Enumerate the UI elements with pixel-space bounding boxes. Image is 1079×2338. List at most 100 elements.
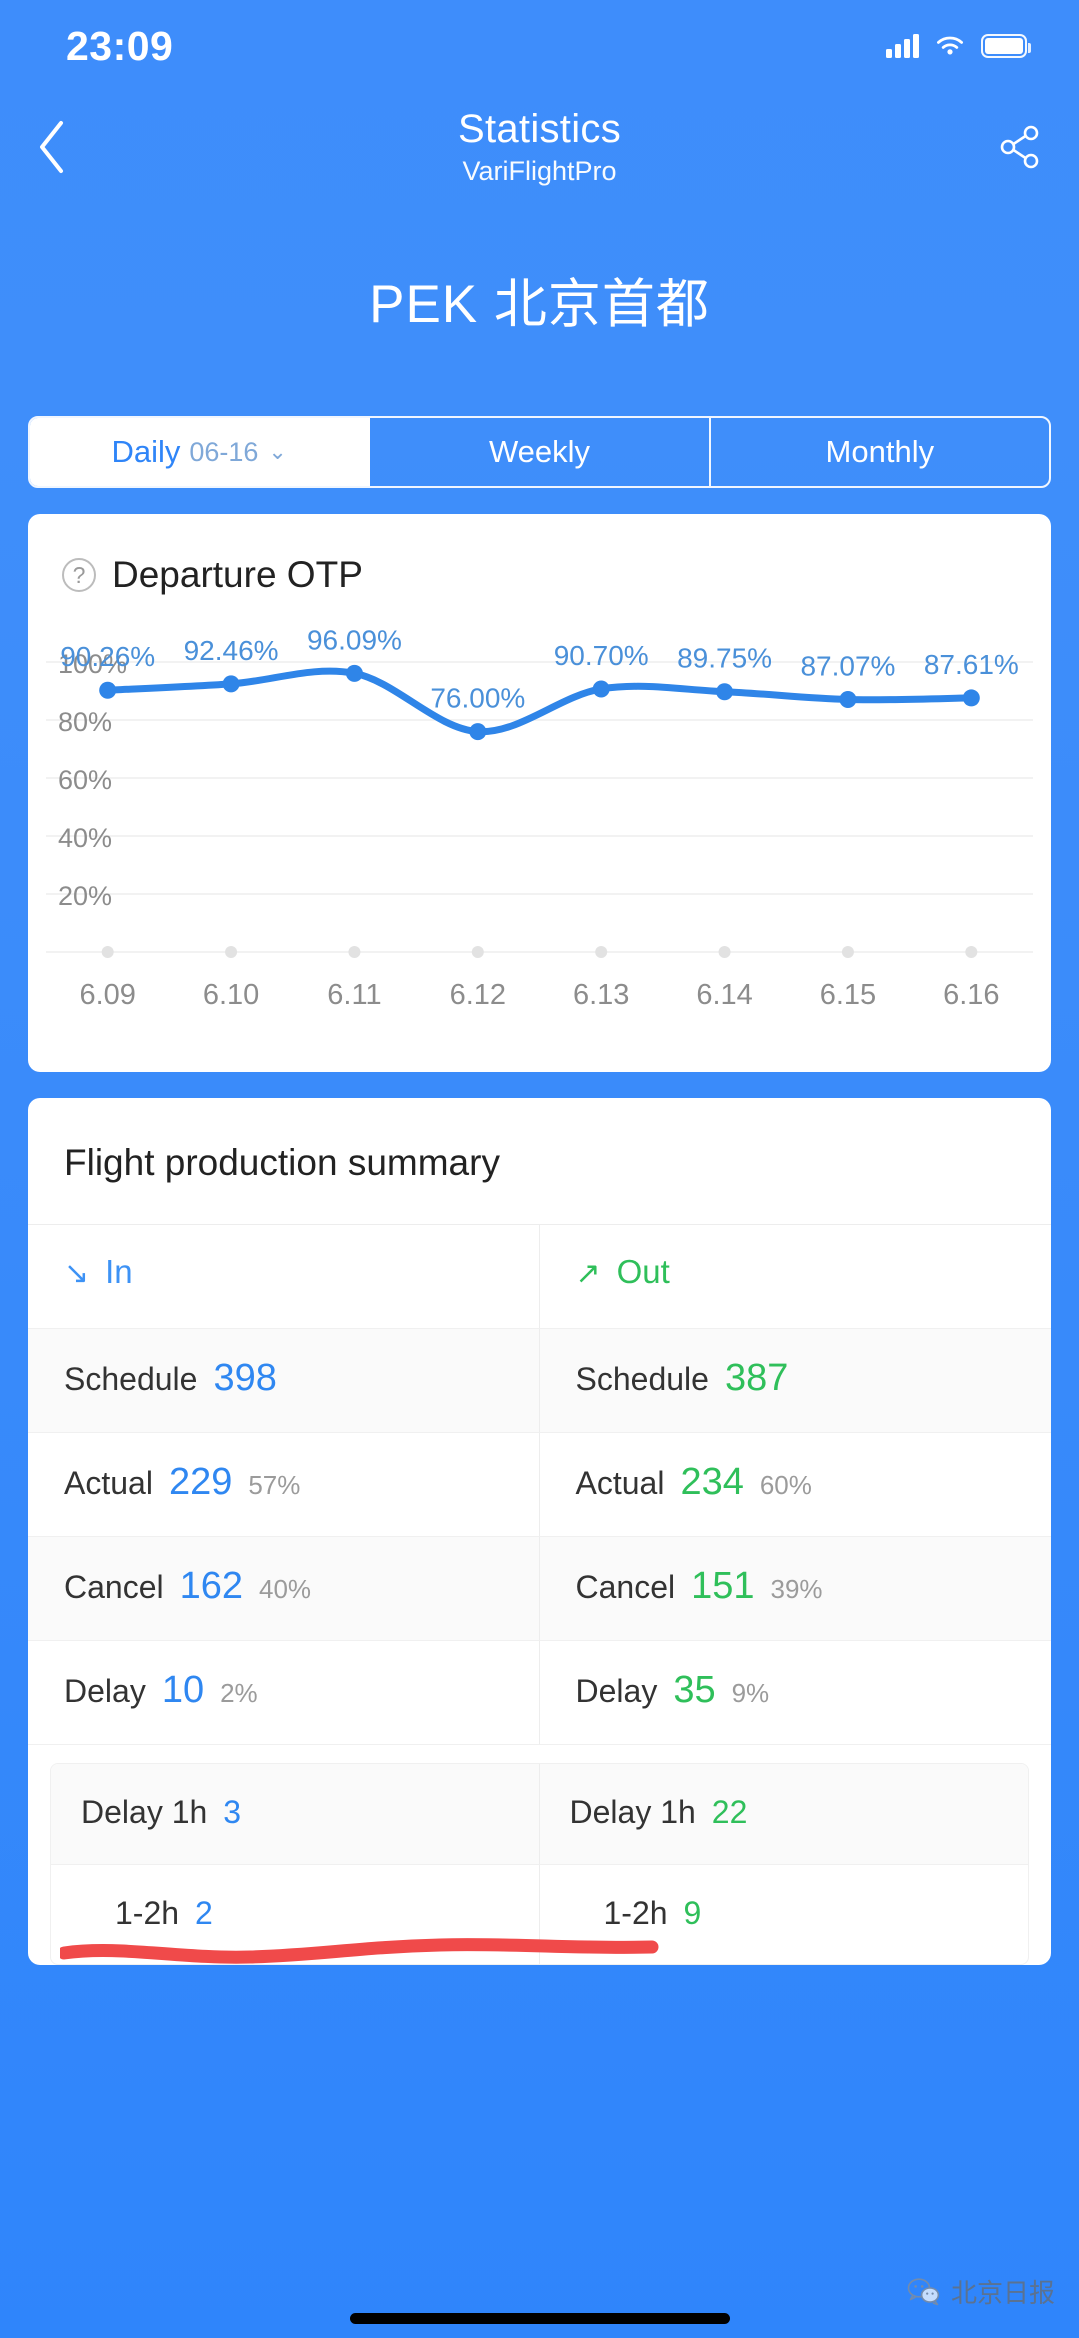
svg-text:6.15: 6.15 bbox=[820, 979, 876, 1011]
nav-title-group: Statistics VariFlightPro bbox=[458, 106, 621, 187]
svg-text:20%: 20% bbox=[58, 881, 112, 911]
row-label: Cancel bbox=[576, 1569, 676, 1606]
status-bar-icons bbox=[886, 34, 1027, 58]
delay-row-label: 1-2h bbox=[115, 1895, 179, 1932]
delay-row-value-in: 2 bbox=[195, 1895, 213, 1932]
table-row: Schedule 398 bbox=[28, 1329, 540, 1433]
svg-text:40%: 40% bbox=[58, 823, 112, 853]
svg-text:90.70%: 90.70% bbox=[554, 640, 649, 671]
page-subtitle: VariFlightPro bbox=[458, 156, 621, 187]
list-item: Delay 1h 22 bbox=[540, 1764, 1029, 1864]
period-tabs: Daily 06-16 ⌄ Weekly Monthly bbox=[28, 416, 1051, 488]
otp-card-title: Departure OTP bbox=[112, 554, 363, 596]
row-label: Delay bbox=[64, 1673, 146, 1710]
row-label: Delay bbox=[576, 1673, 658, 1710]
share-icon[interactable] bbox=[989, 116, 1051, 178]
table-row: Delay 35 9% bbox=[540, 1641, 1052, 1745]
svg-text:6.11: 6.11 bbox=[327, 979, 381, 1011]
svg-text:60%: 60% bbox=[58, 765, 112, 795]
svg-text:89.75%: 89.75% bbox=[677, 643, 772, 674]
delay-breakdown-panel: Delay 1h 3 Delay 1h 22 1-2h 2 1-2h 9 bbox=[50, 1763, 1029, 1965]
row-pct-in: 40% bbox=[259, 1574, 311, 1605]
otp-line-chart: 100%80%60%40%20% 90.26%92.46%96.09%76.00… bbox=[28, 622, 1051, 1072]
summary-grid: ↘ In ↗ Out Schedule 398 Schedule 387 Act… bbox=[28, 1224, 1051, 1745]
row-value-in: 229 bbox=[169, 1461, 232, 1504]
delay-row-value-out: 22 bbox=[712, 1794, 748, 1831]
svg-text:6.16: 6.16 bbox=[943, 979, 999, 1011]
question-mark-icon[interactable]: ? bbox=[62, 558, 96, 592]
tab-weekly-label: Weekly bbox=[489, 434, 590, 470]
svg-text:6.14: 6.14 bbox=[696, 979, 752, 1011]
wechat-icon bbox=[907, 2277, 941, 2307]
summary-header-in-label: In bbox=[105, 1253, 133, 1291]
svg-text:76.00%: 76.00% bbox=[430, 683, 525, 714]
row-value-out: 234 bbox=[680, 1461, 743, 1504]
row-value-out: 387 bbox=[725, 1357, 788, 1400]
svg-text:92.46%: 92.46% bbox=[184, 635, 279, 666]
tab-weekly[interactable]: Weekly bbox=[370, 418, 710, 486]
table-row: Cancel 151 39% bbox=[540, 1537, 1052, 1641]
otp-card-header: ? Departure OTP bbox=[28, 514, 1051, 622]
arrow-up-right-icon: ↗ bbox=[576, 1256, 601, 1291]
table-row: Actual 229 57% bbox=[28, 1433, 540, 1537]
row-value-in: 162 bbox=[180, 1565, 243, 1608]
arrow-down-right-icon: ↘ bbox=[64, 1256, 89, 1291]
svg-text:6.12: 6.12 bbox=[450, 979, 506, 1011]
row-pct-out: 60% bbox=[760, 1470, 812, 1501]
back-chevron-icon[interactable] bbox=[22, 117, 82, 177]
tab-daily[interactable]: Daily 06-16 ⌄ bbox=[30, 418, 370, 486]
svg-text:96.09%: 96.09% bbox=[307, 624, 402, 655]
row-pct-in: 2% bbox=[220, 1678, 258, 1709]
summary-title: Flight production summary bbox=[28, 1098, 1051, 1224]
home-indicator[interactable] bbox=[350, 2313, 730, 2324]
svg-text:80%: 80% bbox=[58, 707, 112, 737]
status-bar: 23:09 bbox=[0, 0, 1079, 92]
table-row: Actual 234 60% bbox=[540, 1433, 1052, 1537]
summary-header-out: ↗ Out bbox=[540, 1225, 1052, 1329]
row-label: Schedule bbox=[576, 1361, 709, 1398]
row-value-out: 35 bbox=[673, 1669, 715, 1712]
row-label: Schedule bbox=[64, 1361, 197, 1398]
row-label: Actual bbox=[64, 1465, 153, 1502]
delay-row-label: Delay 1h bbox=[570, 1794, 696, 1831]
row-value-in: 10 bbox=[162, 1669, 204, 1712]
tab-daily-label: Daily bbox=[111, 434, 180, 470]
chevron-down-icon[interactable]: ⌄ bbox=[268, 439, 286, 465]
row-value-out: 151 bbox=[691, 1565, 754, 1608]
tab-monthly-label: Monthly bbox=[826, 434, 935, 470]
table-row: Schedule 387 bbox=[540, 1329, 1052, 1433]
list-item: 1-2h 2 bbox=[51, 1864, 540, 1964]
flight-production-summary-card: Flight production summary ↘ In ↗ Out Sch… bbox=[28, 1098, 1051, 1965]
delay-row-value-in: 3 bbox=[223, 1794, 241, 1831]
svg-text:6.13: 6.13 bbox=[573, 979, 629, 1011]
row-label: Cancel bbox=[64, 1569, 164, 1606]
page-title: Statistics bbox=[458, 106, 621, 152]
row-pct-out: 9% bbox=[732, 1678, 770, 1709]
cellular-signal-icon bbox=[886, 34, 919, 58]
svg-text:6.10: 6.10 bbox=[203, 979, 259, 1011]
list-item: 1-2h 9 bbox=[540, 1864, 1029, 1964]
wifi-icon bbox=[934, 34, 966, 58]
row-pct-in: 57% bbox=[248, 1470, 300, 1501]
chart-gridlines bbox=[46, 662, 1033, 952]
airport-name: PEK 北京首都 bbox=[0, 262, 1079, 332]
table-row: Cancel 162 40% bbox=[28, 1537, 540, 1641]
watermark: 北京日报 bbox=[907, 2273, 1055, 2310]
delay-row-label: Delay 1h bbox=[81, 1794, 207, 1831]
row-value-in: 398 bbox=[213, 1357, 276, 1400]
nav-bar: Statistics VariFlightPro bbox=[0, 92, 1079, 202]
tab-daily-date: 06-16 bbox=[189, 437, 258, 468]
watermark-text: 北京日报 bbox=[951, 2273, 1055, 2310]
battery-icon bbox=[981, 34, 1027, 58]
list-item: Delay 1h 3 bbox=[51, 1764, 540, 1864]
summary-header-in: ↘ In bbox=[28, 1225, 540, 1329]
tab-monthly[interactable]: Monthly bbox=[711, 418, 1049, 486]
row-label: Actual bbox=[576, 1465, 665, 1502]
delay-row-value-out: 9 bbox=[684, 1895, 702, 1932]
svg-text:87.61%: 87.61% bbox=[924, 649, 1019, 680]
delay-breakdown-grid: Delay 1h 3 Delay 1h 22 1-2h 2 1-2h 9 bbox=[51, 1764, 1028, 1964]
chart-x-axis-labels: 6.09 6.10 6.11 6.12 6.13 6.14 6.15 6.16 bbox=[79, 979, 999, 1011]
summary-header-out-label: Out bbox=[617, 1253, 670, 1291]
status-bar-time: 23:09 bbox=[66, 23, 173, 70]
svg-text:6.09: 6.09 bbox=[79, 979, 135, 1011]
